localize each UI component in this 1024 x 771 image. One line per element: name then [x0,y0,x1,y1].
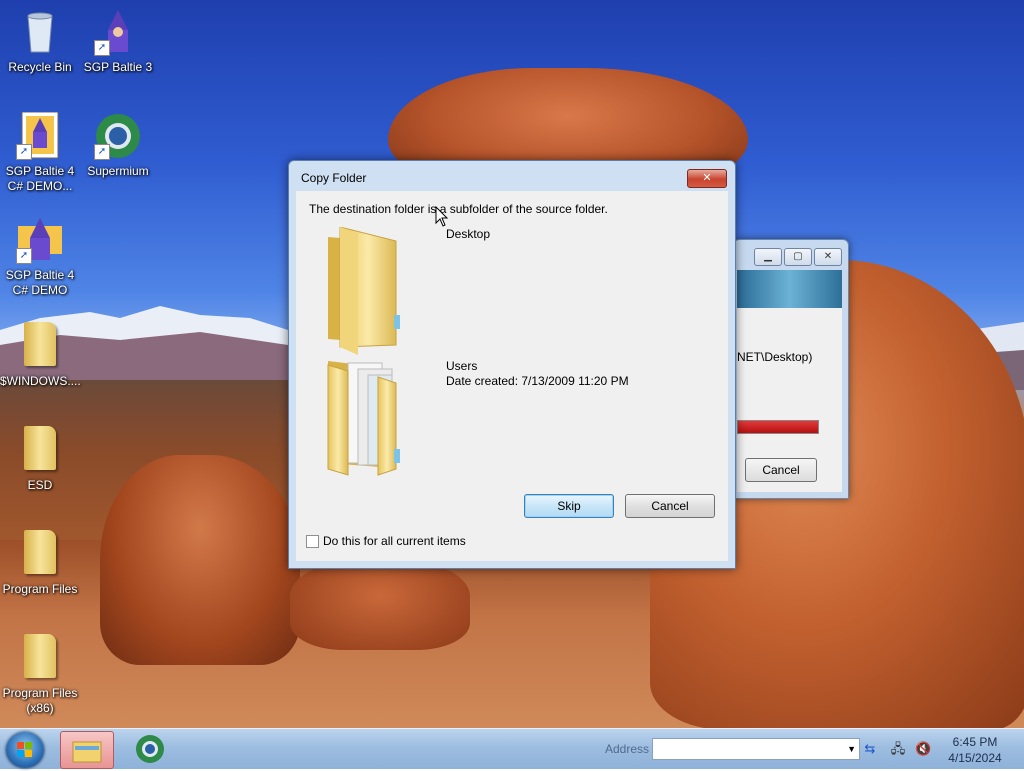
dialog-client-area: The destination folder is a subfolder of… [296,191,728,561]
address-toolbar-label: Address [605,742,650,756]
progress-banner [737,270,842,308]
taskbar-explorer-button[interactable] [60,731,114,769]
folder-icon [16,530,64,578]
taskbar: Address ▼ ⇆ 🖧 🔇 6:45 PM 4/15/2024 [0,728,1024,769]
icon-label: Program Files (x86) [2,686,78,715]
icon-label: Recycle Bin [8,60,72,74]
progress-cancel-button[interactable]: Cancel [745,458,817,482]
desktop-icon-windows-bt-folder[interactable]: $WINDOWS.... [0,318,81,389]
close-button[interactable]: ✕ [814,248,842,266]
folder-icon [72,741,102,763]
destination-folder-name: Desktop [446,227,491,241]
shortcut-arrow-icon: ➚ [16,144,32,160]
copy-progress-window: ▁ ▢ ✕ NET\Desktop) Cancel [733,239,849,499]
icon-label: SGP Baltie 4 C# DEMO... [5,164,75,193]
icon-label: SGP Baltie 3 [83,60,153,74]
desktop-icon-recycle-bin[interactable]: Recycle Bin [0,8,80,75]
wizard-icon: ➚ [94,8,142,56]
wizard-icon: ➚ [16,216,64,264]
clock-date: 4/15/2024 [948,751,1002,765]
clock-time: 6:45 PM [952,735,998,749]
supermium-icon [136,735,164,763]
icon-label: Program Files [2,582,78,596]
desktop-icon-supermium[interactable]: ➚ Supermium [78,112,158,179]
taskbar-supermium-button[interactable] [132,731,172,767]
rock-left [100,455,300,665]
dialog-message: The destination folder is a subfolder of… [309,202,608,216]
progress-fill [738,421,818,433]
desktop-icon-sgp-baltie-4-demo-2[interactable]: ➚ SGP Baltie 4 C# DEMO [0,216,80,298]
rock-mid [290,560,470,650]
start-button-windows-icon[interactable] [6,732,44,768]
copy-progress-bar [737,420,819,434]
source-folder-name: Users [446,359,478,373]
volume-muted-icon[interactable]: 🔇 [915,741,931,757]
source-folder-icon[interactable] [318,357,428,490]
progress-window-body: NET\Desktop) Cancel [737,270,842,492]
folder-icon [16,426,64,474]
minimize-button[interactable]: ▁ [754,248,782,266]
desktop-icon-program-files-x86[interactable]: Program Files (x86) [0,630,80,716]
chevron-down-icon[interactable]: ▼ [847,739,856,759]
address-go-icon[interactable]: ⇆ [862,741,878,757]
window-controls: ▁ ▢ ✕ [754,248,842,266]
shortcut-arrow-icon: ➚ [94,144,110,160]
destination-folder-icon[interactable] [318,226,428,360]
copy-folder-dialog: Copy Folder ✕ The destination folder is … [288,160,736,569]
desktop-icon-esd-folder[interactable]: ESD [0,422,80,493]
desktop-icon-sgp-baltie-3[interactable]: ➚ SGP Baltie 3 [78,8,158,75]
icon-label: Supermium [87,164,149,178]
shortcut-arrow-icon: ➚ [94,40,110,56]
checkbox-label: Do this for all current items [323,534,466,548]
skip-button[interactable]: Skip [524,494,614,518]
icon-label: ESD [27,478,53,492]
folder-icon [16,634,64,682]
desktop-icon-sgp-baltie-4-demo-1[interactable]: ➚ SGP Baltie 4 C# DEMO... [0,111,80,194]
address-input[interactable]: ▼ [652,738,860,760]
source-folder-date: Date created: 7/13/2009 11:20 PM [446,374,629,388]
network-icon[interactable]: 🖧 [890,741,906,757]
checkbox-box[interactable] [306,534,319,548]
cancel-button[interactable]: Cancel [625,494,715,518]
folder-icon [16,322,64,370]
desktop-icon-program-files[interactable]: Program Files [0,526,80,597]
maximize-button[interactable]: ▢ [784,248,812,266]
dialog-close-button[interactable]: ✕ [687,169,727,188]
icon-label: SGP Baltie 4 C# DEMO [5,268,75,297]
shortcut-arrow-icon: ➚ [16,248,32,264]
icon-label: $WINDOWS.... [0,374,81,388]
dialog-title: Copy Folder [301,171,367,185]
system-clock[interactable]: 6:45 PM 4/15/2024 [945,734,1005,766]
recycle-bin-icon [16,8,64,56]
copy-path-text: NET\Desktop) [737,350,813,364]
mouse-cursor-icon [435,206,449,227]
supermium-icon: ➚ [94,112,142,160]
apply-to-all-checkbox[interactable]: Do this for all current items [306,534,466,548]
wizard-document-icon: ➚ [16,111,64,160]
